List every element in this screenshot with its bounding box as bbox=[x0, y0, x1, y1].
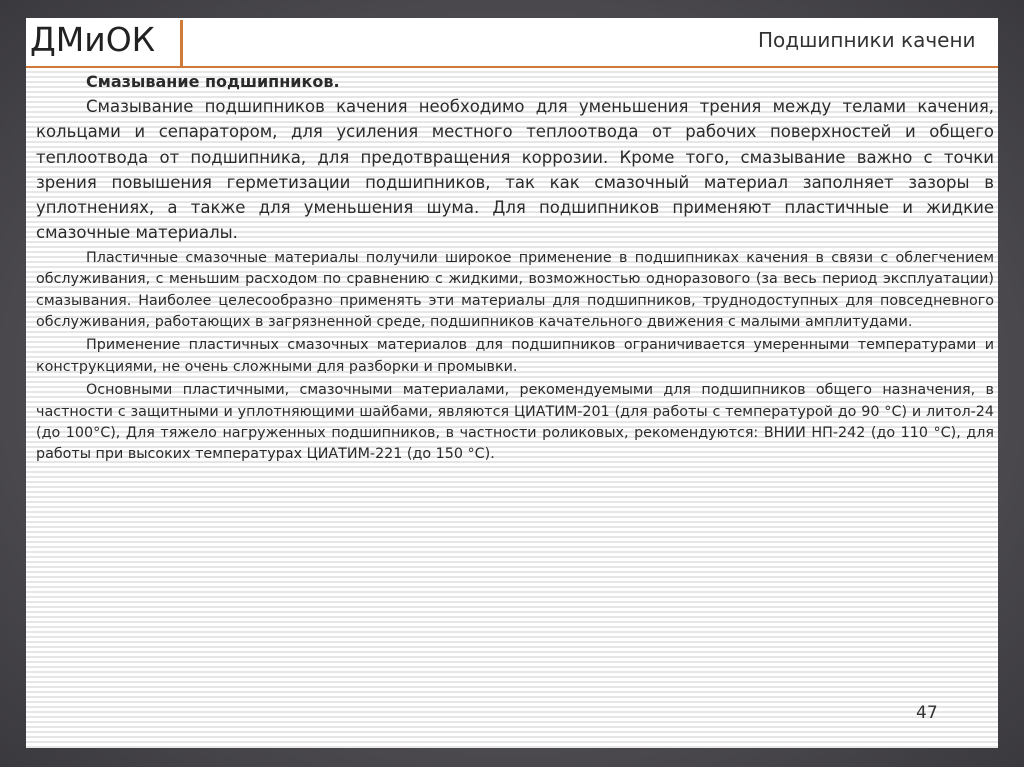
slide-content: Смазывание подшипников. Смазывание подши… bbox=[36, 70, 994, 466]
header-rule bbox=[26, 66, 998, 68]
content-heading: Смазывание подшипников. bbox=[86, 72, 340, 91]
page-number: 47 bbox=[916, 703, 938, 723]
course-title: ДМиОК bbox=[30, 20, 156, 59]
paragraph-limitations: Применение пластичных смазочных материал… bbox=[36, 337, 994, 375]
slide-header: ДМиОК Подшипники качени bbox=[26, 18, 998, 68]
header-divider bbox=[180, 20, 183, 68]
paragraph-plastic-lubricants: Пластичные смазочные материалы получили … bbox=[36, 249, 994, 330]
slide: ДМиОК Подшипники качени Смазывание подши… bbox=[26, 18, 998, 748]
paragraph-recommended-lubricants: Основными пластичными, смазочными матери… bbox=[36, 382, 994, 463]
paragraph-intro: Смазывание подшипников качения необходим… bbox=[36, 97, 994, 243]
section-title: Подшипники качени bbox=[758, 28, 976, 52]
